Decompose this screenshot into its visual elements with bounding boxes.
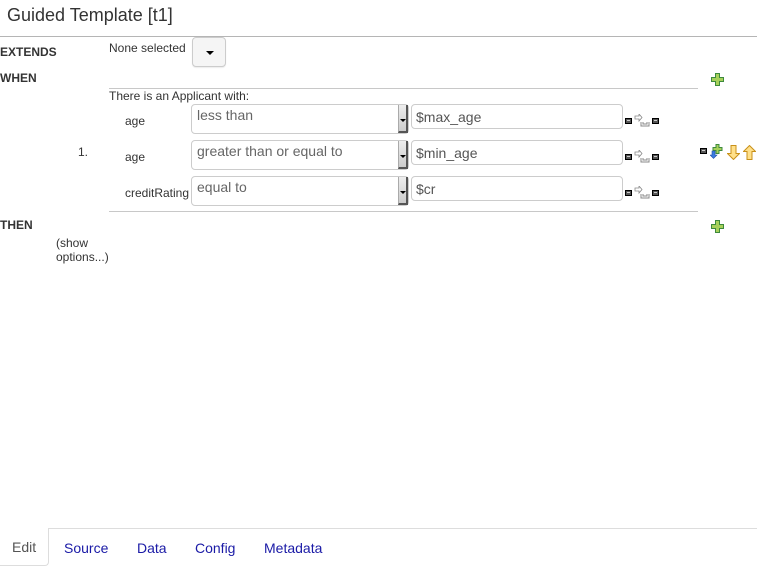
extends-dropdown-button[interactable] [192, 37, 226, 67]
select-arrow-icon [398, 141, 408, 169]
edit-value-icon[interactable] [634, 114, 652, 128]
minus-icon[interactable] [625, 118, 632, 124]
when-bottom-divider [109, 211, 698, 212]
remove-constraint-icon[interactable] [652, 190, 659, 196]
value-input[interactable] [411, 176, 623, 201]
field-label: age [125, 114, 146, 128]
select-arrow-icon [398, 105, 408, 133]
operator-select[interactable]: equal to [191, 176, 409, 206]
edit-value-icon[interactable] [634, 186, 652, 200]
select-arrow-icon [398, 177, 408, 205]
when-label: WHEN [0, 71, 37, 85]
page-title: Guided Template [t1] [7, 5, 173, 25]
value-input[interactable] [411, 140, 623, 165]
minus-icon[interactable] [625, 190, 632, 196]
value-input[interactable] [411, 104, 623, 129]
add-condition-icon[interactable] [711, 73, 724, 86]
operator-select[interactable]: greater than or equal to [191, 140, 409, 170]
operator-value: greater than or equal to [197, 143, 343, 159]
tab-source[interactable]: Source [64, 540, 108, 556]
insert-pattern-icon[interactable] [710, 144, 724, 159]
minus-icon[interactable] [625, 154, 632, 160]
tabs-divider [48, 528, 757, 529]
operator-value: equal to [197, 179, 247, 195]
extends-label: EXTENDS [0, 45, 57, 59]
tab-edit[interactable]: Edit [0, 528, 49, 566]
show-options-link[interactable]: (show options...) [56, 236, 112, 264]
remove-pattern-icon[interactable] [700, 148, 707, 154]
tab-label: Edit [12, 539, 37, 555]
operator-select[interactable]: less than [191, 104, 409, 134]
extends-value: None selected [109, 41, 186, 55]
remove-constraint-icon[interactable] [652, 154, 659, 160]
title-divider [0, 36, 757, 37]
field-label: creditRating [125, 186, 190, 200]
edit-value-icon[interactable] [634, 150, 652, 164]
tab-metadata[interactable]: Metadata [264, 540, 322, 556]
field-label: age [125, 150, 146, 164]
remove-constraint-icon[interactable] [652, 118, 659, 124]
pattern-heading[interactable]: There is an Applicant with: [109, 89, 249, 103]
then-label: THEN [0, 218, 33, 232]
arrow-down-icon[interactable] [727, 145, 740, 160]
tab-data[interactable]: Data [137, 540, 167, 556]
tab-config[interactable]: Config [195, 540, 235, 556]
add-action-icon[interactable] [711, 220, 724, 233]
arrow-up-icon[interactable] [743, 145, 756, 160]
operator-value: less than [197, 107, 254, 123]
caret-down-icon [206, 51, 214, 55]
pattern-number: 1. [78, 145, 89, 159]
